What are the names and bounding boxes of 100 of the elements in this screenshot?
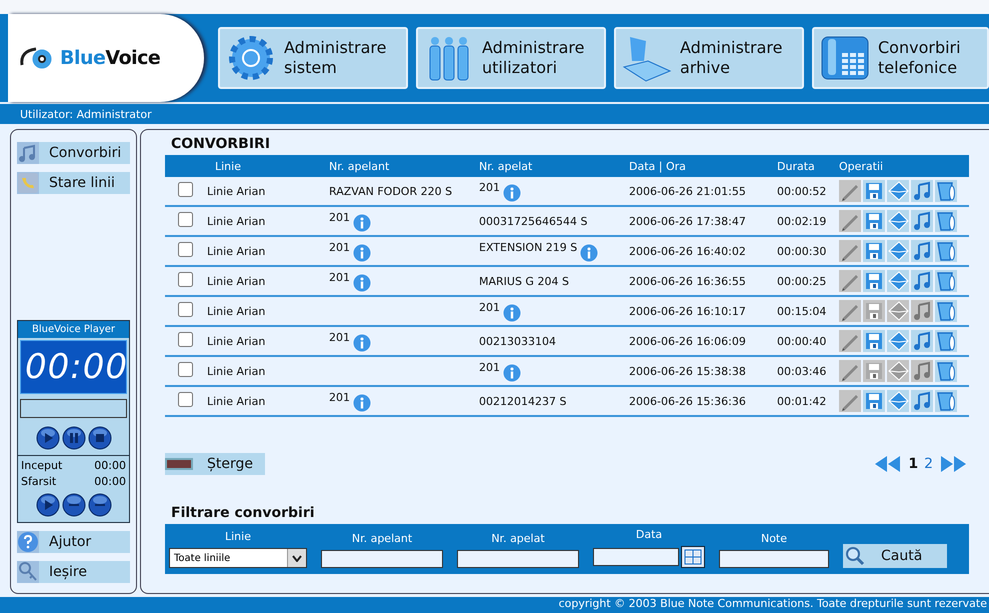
search-button[interactable]: Caută xyxy=(843,544,947,568)
player-title: BlueVoice Player xyxy=(18,321,129,338)
page-link[interactable]: 2 xyxy=(924,456,933,472)
key-icon xyxy=(17,561,39,583)
logo-text: BlueVoice xyxy=(60,47,160,69)
table-cell: 00:15:04 xyxy=(777,304,826,318)
table-cell: 201 xyxy=(479,360,500,374)
info-icon[interactable] xyxy=(353,274,371,292)
table-cell: 201 xyxy=(329,330,350,344)
floppy-disk-icon[interactable] xyxy=(863,390,885,412)
envelope-icon[interactable] xyxy=(887,330,909,352)
table-cell: Linie Arian xyxy=(207,244,266,258)
trash-icon[interactable] xyxy=(935,180,957,202)
caller-field[interactable] xyxy=(321,550,443,568)
table-cell: 00031725646544 S xyxy=(479,214,588,228)
table-cell: RAZVAN FODOR 220 S xyxy=(329,184,452,198)
first-page-icon[interactable] xyxy=(874,455,902,473)
table-cell: Linie Arian xyxy=(207,184,266,198)
page-link[interactable]: 1 xyxy=(908,456,918,472)
stop-button[interactable] xyxy=(88,426,112,450)
sidebar-item[interactable]: Convorbiri xyxy=(17,142,130,164)
table-cell: 00:02:19 xyxy=(777,214,826,228)
music-note-icon[interactable] xyxy=(911,330,933,352)
nav-button[interactable]: Convorbiri telefonice xyxy=(812,27,989,89)
notes-field[interactable] xyxy=(719,550,829,568)
play-button[interactable] xyxy=(36,493,60,517)
sidebar-item[interactable]: Ajutor xyxy=(17,531,130,553)
field-label: Note xyxy=(760,532,788,545)
music-note-icon[interactable] xyxy=(911,210,933,232)
row-checkbox[interactable] xyxy=(178,272,192,287)
info-icon[interactable] xyxy=(353,244,371,262)
row-checkbox[interactable] xyxy=(178,362,192,377)
nav-button[interactable]: Administrare arhive xyxy=(614,27,804,89)
table-cell: 2006-06-26 16:40:02 xyxy=(629,244,746,258)
table-cell: 00:00:25 xyxy=(777,274,826,288)
called-field[interactable] xyxy=(457,550,579,568)
row-checkbox[interactable] xyxy=(178,182,192,197)
filter-title: Filtrare convorbiri xyxy=(171,505,316,521)
music-note-icon[interactable] xyxy=(911,240,933,262)
table-cell: 00212014237 S xyxy=(479,394,566,408)
delete-button[interactable]: Șterge xyxy=(165,453,265,475)
nav-button[interactable]: Administrare sistem xyxy=(218,27,408,89)
last-page-icon[interactable] xyxy=(939,455,967,473)
info-icon[interactable] xyxy=(503,364,521,382)
table-cell: 2006-06-26 15:36:36 xyxy=(629,394,746,408)
info-icon[interactable] xyxy=(503,304,521,322)
table-cell: 00:00:52 xyxy=(777,184,826,198)
table-cell: 2006-06-26 15:38:38 xyxy=(629,364,746,378)
envelope-icon[interactable] xyxy=(887,210,909,232)
floppy-disk-icon[interactable] xyxy=(863,210,885,232)
info-icon[interactable] xyxy=(503,184,521,202)
line-dropdown[interactable]: Toate liniile xyxy=(169,548,307,568)
table-cell: 2006-06-26 16:36:55 xyxy=(629,274,746,288)
nav-button[interactable]: Administrare utilizatori xyxy=(416,27,606,89)
play-button[interactable] xyxy=(36,426,60,450)
table-cell: 00:01:42 xyxy=(777,394,826,408)
trash-icon[interactable] xyxy=(935,240,957,262)
row-checkbox[interactable] xyxy=(178,392,192,407)
sidebar-item[interactable]: Stare linii xyxy=(17,172,130,194)
minus-button[interactable] xyxy=(62,493,86,517)
copyright-text: copyright © 2003 Blue Note Communications. Toate drepturile sunt rezervate xyxy=(558,597,987,610)
floppy-disk-icon[interactable] xyxy=(863,330,885,352)
sidebar-item[interactable]: Ieșire xyxy=(17,561,130,583)
row-checkbox[interactable] xyxy=(178,242,192,257)
trash-icon[interactable] xyxy=(935,270,957,292)
trash-icon[interactable] xyxy=(935,210,957,232)
music-note-icon[interactable] xyxy=(911,180,933,202)
table-cell: 2006-06-26 21:01:55 xyxy=(629,184,746,198)
minus-button[interactable] xyxy=(88,493,112,517)
date-field[interactable] xyxy=(593,548,679,566)
floppy-disk-icon[interactable] xyxy=(863,180,885,202)
section-title: CONVORBIRI xyxy=(171,136,272,152)
table-cell: 00:00:40 xyxy=(777,334,826,348)
envelope-icon[interactable] xyxy=(887,390,909,412)
table-cell: EXTENSION 219 S xyxy=(479,240,578,254)
field-label: Nr. apelat xyxy=(491,532,545,545)
trash-icon[interactable] xyxy=(935,390,957,412)
info-icon[interactable] xyxy=(353,214,371,232)
info-icon[interactable] xyxy=(353,334,371,352)
table-cell: 201 xyxy=(479,180,500,194)
user-label: Utilizator: Administrator xyxy=(20,108,152,120)
info-icon[interactable] xyxy=(580,244,598,262)
floppy-disk-icon[interactable] xyxy=(863,240,885,262)
music-note-icon[interactable] xyxy=(911,390,933,412)
row-checkbox[interactable] xyxy=(178,332,192,347)
row-checkbox[interactable] xyxy=(178,302,192,317)
field-label: Linie xyxy=(225,530,251,543)
table-cell: MARIUS G 204 S xyxy=(479,274,569,288)
floppy-disk-icon[interactable] xyxy=(863,270,885,292)
trash-icon[interactable] xyxy=(935,330,957,352)
envelope-icon[interactable] xyxy=(887,270,909,292)
row-checkbox[interactable] xyxy=(178,212,192,227)
info-icon[interactable] xyxy=(353,394,371,412)
calendar-icon[interactable] xyxy=(681,546,705,568)
trash-icon[interactable] xyxy=(935,300,957,322)
envelope-icon[interactable] xyxy=(887,180,909,202)
trash-icon[interactable] xyxy=(935,360,957,382)
music-note-icon[interactable] xyxy=(911,270,933,292)
pause-button[interactable] xyxy=(62,426,86,450)
envelope-icon[interactable] xyxy=(887,240,909,262)
